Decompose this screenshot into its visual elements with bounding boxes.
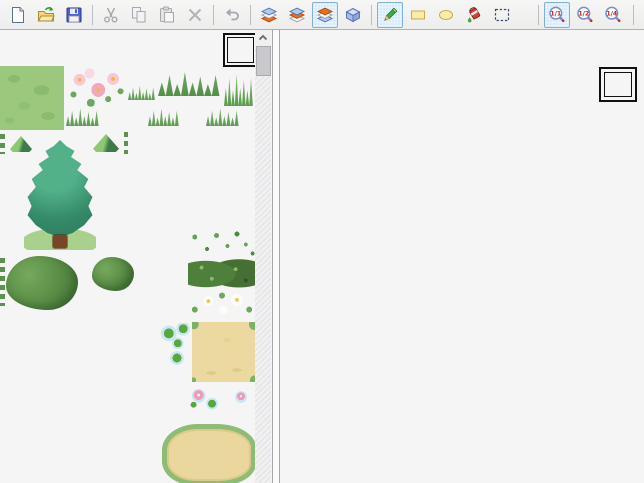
ellipse-icon (437, 6, 455, 24)
layer3-icon (316, 6, 334, 24)
toolbar-button-zoom-1-2[interactable]: 1/2 (572, 2, 598, 28)
toolbar-button-new[interactable] (5, 2, 31, 28)
svg-text:1/2: 1/2 (578, 10, 589, 17)
palette-tile-foliage-dense[interactable] (188, 258, 256, 290)
toolbar-button-select[interactable] (489, 2, 515, 28)
toolbar-separator (633, 5, 634, 25)
flood-fill-icon (465, 6, 483, 24)
chevron-up-icon (257, 32, 269, 44)
zoom-icon: 1/4 (604, 6, 622, 24)
toolbar-button-save[interactable] (61, 2, 87, 28)
toolbar-separator (213, 5, 214, 25)
toolbar-button-zoom-1-1[interactable]: 1/1 (544, 2, 570, 28)
palette-tile-tree[interactable] (24, 140, 96, 250)
layer2-icon (288, 6, 306, 24)
paste-icon (158, 6, 176, 24)
map-editor-window: 1/1 1/2 1/4 (0, 0, 644, 483)
palette-tile-grass-tuft[interactable] (206, 104, 240, 126)
palette-tile-grass-dense[interactable] (158, 66, 222, 96)
rectangle-icon (409, 6, 427, 24)
svg-text:1/4: 1/4 (606, 10, 618, 17)
toolbar-button-undo (219, 2, 245, 28)
svg-text:1/1: 1/1 (550, 10, 561, 17)
palette-tile-fern[interactable] (224, 66, 254, 106)
toolbar-button-zoom-1-4[interactable]: 1/4 (600, 2, 626, 28)
map-cursor-inner (604, 72, 632, 97)
palette-tile-grass-tuft[interactable] (128, 82, 156, 100)
toolbar-button-event-layer[interactable] (340, 2, 366, 28)
toolbar-button-delete (182, 2, 208, 28)
palette-tile-sand-square[interactable] (192, 322, 256, 382)
palette-tile-edge-leaf[interactable] (0, 258, 5, 306)
open-folder-icon (37, 6, 55, 24)
zoom-icon: 1/2 (576, 6, 594, 24)
palette-tile-flowers-pink[interactable] (66, 66, 128, 112)
palette-selection-cursor (223, 33, 258, 67)
palette-tile-edge-leaf[interactable] (0, 134, 5, 154)
toolbar-button-paste (154, 2, 180, 28)
toolbar-button-layer3[interactable] (312, 2, 338, 28)
toolbar-separator (538, 5, 539, 25)
editor-content (0, 30, 644, 483)
toolbar: 1/1 1/2 1/4 (0, 0, 644, 30)
palette-tile-edge-leaf[interactable] (124, 132, 128, 154)
palette-tile-white-flowers[interactable] (188, 290, 256, 318)
palette-tile-grass-tuft[interactable] (148, 104, 180, 126)
map-canvas[interactable] (280, 30, 644, 483)
save-icon (65, 6, 83, 24)
toolbar-button-open[interactable] (33, 2, 59, 28)
toolbar-button-database[interactable] (639, 2, 644, 28)
toolbar-separator (371, 5, 372, 25)
toolbar-separator (92, 5, 93, 25)
palette-tile-water-lily-small[interactable] (230, 390, 252, 404)
toolbar-button-layer1[interactable] (256, 2, 282, 28)
new-file-icon (9, 6, 27, 24)
toolbar-button-ellipse[interactable] (433, 2, 459, 28)
palette-tile-sand-island[interactable] (162, 424, 256, 483)
select-icon (493, 6, 511, 24)
palette-scrollbar[interactable] (255, 30, 271, 483)
toolbar-button-flood-fill[interactable] (461, 2, 487, 28)
palette-selection-cursor-inner (227, 37, 254, 63)
palette-tile-water-lily[interactable] (186, 386, 228, 412)
tileset-palette[interactable] (0, 30, 273, 483)
scrollbar-thumb[interactable] (256, 46, 271, 76)
map-cursor (599, 67, 637, 102)
cut-icon (102, 6, 120, 24)
event-layer-icon (344, 6, 362, 24)
toolbar-button-pencil[interactable] (377, 2, 403, 28)
palette-tile-lily-single[interactable] (164, 350, 190, 366)
toolbar-separator (250, 5, 251, 25)
palette-tile-bush[interactable] (6, 256, 78, 310)
toolbar-button-cut (98, 2, 124, 28)
pencil-icon (381, 6, 399, 24)
layer1-icon (260, 6, 278, 24)
toolbar-button-rectangle[interactable] (405, 2, 431, 28)
undo-icon (223, 6, 241, 24)
copy-icon (130, 6, 148, 24)
panel-splitter[interactable] (273, 30, 280, 483)
palette-tile-bush-small[interactable] (92, 257, 134, 291)
toolbar-button-layer2[interactable] (284, 2, 310, 28)
zoom-icon: 1/1 (548, 6, 566, 24)
delete-icon (186, 6, 204, 24)
palette-tile-mound[interactable] (93, 134, 119, 152)
palette-tile-leaves-scatter[interactable] (188, 228, 256, 258)
palette-tile-lily-pads[interactable] (158, 323, 194, 349)
toolbar-button-copy (126, 2, 152, 28)
palette-tile-grass-square[interactable] (0, 66, 64, 130)
scrollbar-up-button[interactable] (255, 30, 271, 46)
